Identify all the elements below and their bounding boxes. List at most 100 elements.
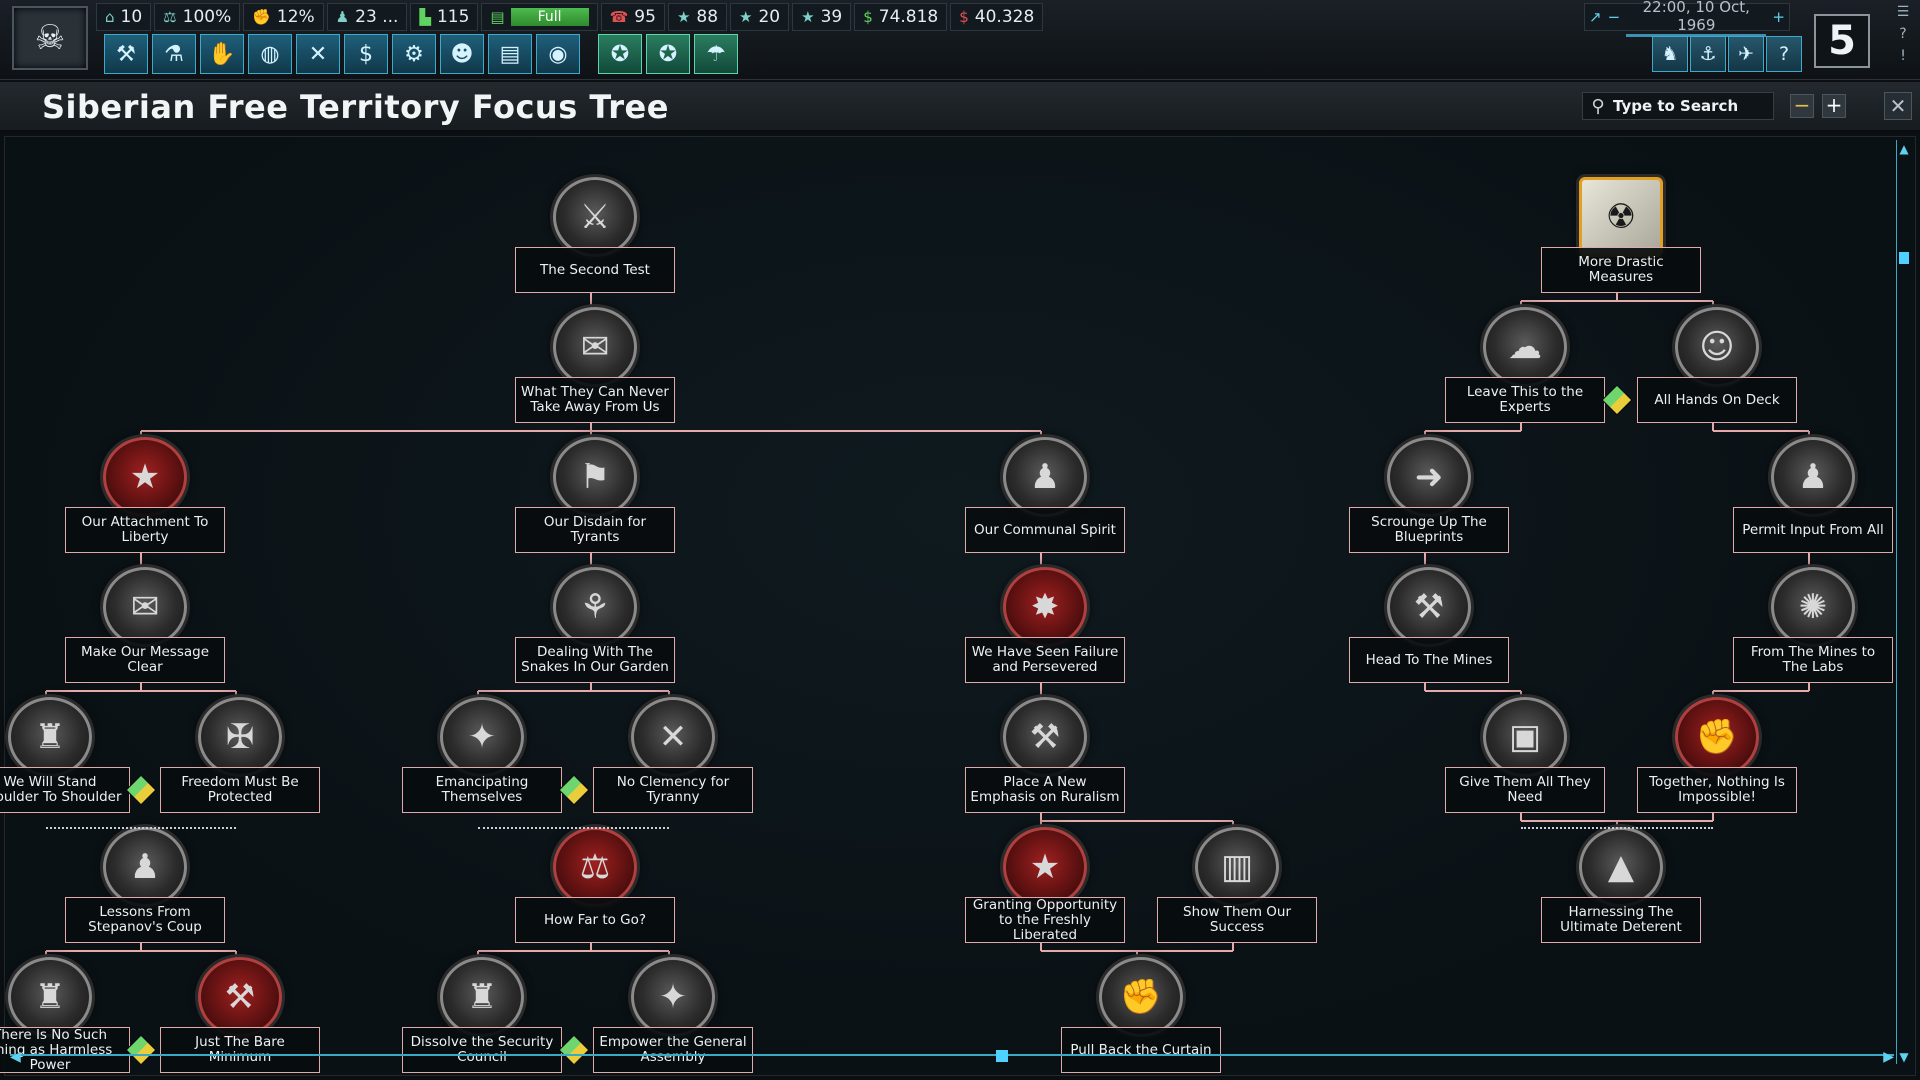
focus-drastic-measures[interactable]: ☢ More Drastic Measures [1541,177,1701,293]
alert-icon[interactable]: ! [1894,48,1912,66]
focus-leave-experts[interactable]: ☁ Leave This to the Experts [1445,307,1605,423]
focus-show-success[interactable]: ▥ Show Them Our Success [1157,827,1317,943]
scroll-down-icon[interactable]: ▼ [1897,1050,1911,1064]
logistics-button[interactable]: ◉ [536,34,580,74]
money-expense-display[interactable]: $40.328 [950,3,1044,31]
focus-permit-input[interactable]: ♟ Permit Input From All [1733,437,1893,553]
help-button[interactable]: ? [1766,36,1802,72]
research-button[interactable]: ⚗ [152,34,196,74]
speed-up-button[interactable]: + [1772,8,1785,26]
focus-mines-labs-icon: ✺ [1771,567,1855,647]
zoom-out-button[interactable]: − [1790,94,1814,118]
fuel-display[interactable]: ▤ Full [481,3,598,31]
focus-label: Make Our Message Clear [65,637,225,683]
world-button[interactable]: ◍ [248,34,292,74]
war-support-display[interactable]: ✊ 12% [243,3,324,31]
focus-never-take[interactable]: ✉ What They Can Never Take Away From Us [515,307,675,423]
focus-mines-labs[interactable]: ✺ From The Mines to The Labs [1733,567,1893,683]
navy-xp-display[interactable]: ★ 20 [730,3,790,31]
focus-label: What They Can Never Take Away From Us [515,377,675,423]
focus-attachment-liberty[interactable]: ★ Our Attachment To Liberty [65,437,225,553]
horizontal-scrollbar[interactable]: ◀ ▶ [10,1049,1894,1068]
settings-button[interactable]: ⚙ [392,34,436,74]
convoys-display[interactable]: ☎ 95 [600,3,665,31]
political-power-display[interactable]: ⌂ 10 [96,3,152,31]
alert-button-3[interactable]: ☂ [694,34,738,74]
focus-all-hands-icon: ☺ [1675,307,1759,387]
focus-seen-failure[interactable]: ✸ We Have Seen Failure and Persevered [965,567,1125,683]
focus-shoulder[interactable]: ♜We Will Stand Shoulder To Shoulder [0,697,130,813]
scroll-right-icon[interactable]: ▶ [1883,1049,1894,1065]
focus-disdain-tyrants[interactable]: ⚑ Our Disdain for Tyrants [515,437,675,553]
scroll-left-icon[interactable]: ◀ [10,1049,21,1065]
factories-display[interactable]: ▙ 115 [410,3,479,31]
decisions-button[interactable]: ▤ [488,34,532,74]
production-button[interactable]: ⚒ [104,34,148,74]
horizontal-scroll-thumb[interactable] [996,1050,1008,1062]
scroll-up-icon[interactable]: ▲ [1897,142,1911,156]
focus-label: Place A New Emphasis on Ruralism [965,767,1125,813]
focus-communal-spirit[interactable]: ♟ Our Communal Spirit [965,437,1125,553]
focus-attachment-liberty-icon: ★ [103,437,187,517]
construction-button[interactable]: ✕ [296,34,340,74]
search-input[interactable]: Type to Search [1613,97,1738,115]
vertical-scroll-thumb[interactable] [1899,252,1909,264]
focus-together-impossible[interactable]: ✊ Together, Nothing Is Impossible! [1637,697,1797,813]
focus-scrounge[interactable]: ➜ Scrounge Up The Blueprints [1349,437,1509,553]
help-icon[interactable]: ? [1894,26,1912,44]
zoom-in-button[interactable]: + [1822,94,1846,118]
search-box[interactable]: ⚲ Type to Search [1582,92,1774,120]
focus-how-far[interactable]: ⚖ How Far to Go? [515,827,675,943]
game-datetime[interactable]: 22:00, 10 Oct, 1969 [1626,0,1767,37]
money-income-display[interactable]: $74.818 [854,3,948,31]
menu-icon[interactable]: ☰ [1894,4,1912,22]
focus-head-mines[interactable]: ⚒ Head To The Mines [1349,567,1509,683]
focus-show-success-icon: ▥ [1195,827,1279,907]
money-income-icon: $ [863,8,873,26]
focus-granting-opportunity[interactable]: ★ Granting Opportunity to the Freshly Lib… [965,827,1125,943]
diplomacy-button[interactable]: ✋ [200,34,244,74]
focus-all-hands[interactable]: ☺ All Hands On Deck [1637,307,1797,423]
focus-label: The Second Test [515,247,675,293]
country-flag[interactable]: ☠ [12,6,88,70]
focus-emancipating[interactable]: ✦ Emancipating Themselves [402,697,562,813]
air-button[interactable]: ✈ [1728,36,1764,72]
focus-no-clemency[interactable]: ✕ No Clemency for Tyranny [593,697,753,813]
focus-message-clear[interactable]: ✉ Make Our Message Clear [65,567,225,683]
manpower-display[interactable]: ♟ 23 ... [326,3,408,31]
focus-ultimate-deterent[interactable]: ▲ Harnessing The Ultimate Deterent [1541,827,1701,943]
stability-display[interactable]: ⚖ 100% [154,3,241,31]
head-icon: ☻ [450,41,474,67]
focus-no-clemency-icon: ✕ [631,697,715,777]
speed-down-button[interactable]: − [1608,8,1621,26]
focus-give-need[interactable]: ▣ Give Them All They Need [1445,697,1605,813]
game-speed-indicator[interactable]: 5 [1814,14,1870,68]
focus-second-test[interactable]: ⚔ The Second Test [515,177,675,293]
focus-stepanov[interactable]: ♟ Lessons From Stepanov's Coup [65,827,225,943]
focus-ruralism[interactable]: ⚒ Place A New Emphasis on Ruralism [965,697,1125,813]
focus-label: Our Communal Spirit [965,507,1125,553]
alert-button-2[interactable]: ✪ [646,34,690,74]
clipboard-icon: ▤ [499,41,521,67]
navy-button[interactable]: ⚓ [1690,36,1726,72]
economy-button[interactable]: $ [344,34,388,74]
vertical-scrollbar[interactable]: ▲ ▼ [1896,140,1910,1064]
focus-label: Our Disdain for Tyrants [515,507,675,553]
focus-snakes-garden[interactable]: ⚘ Dealing With The Snakes In Our Garden [515,567,675,683]
tools-icon: ✕ [308,41,328,67]
chart-icon[interactable]: ↗ [1589,8,1602,26]
alert-button-1[interactable]: ✪ [598,34,642,74]
fuel-bar: Full [510,8,589,26]
focus-freedom-protected[interactable]: ✠ Freedom Must Be Protected [160,697,320,813]
army-button[interactable]: ♞ [1652,36,1688,72]
focus-granting-opportunity-icon: ★ [1003,827,1087,907]
intel-button[interactable]: ☻ [440,34,484,74]
focus-together-impossible-icon: ✊ [1675,697,1759,777]
air-xp-display[interactable]: ★ 39 [792,3,852,31]
army-xp-display[interactable]: ★ 88 [667,3,728,31]
question-icon: ? [1778,43,1790,65]
focus-tree-canvas[interactable]: ⚔ The Second Test ✉ What They Can Never Tak… [0,136,1916,1076]
close-button[interactable]: ✕ [1884,92,1912,120]
focus-empower-assembly-icon: ✦ [631,957,715,1037]
focus-label: Freedom Must Be Protected [160,767,320,813]
